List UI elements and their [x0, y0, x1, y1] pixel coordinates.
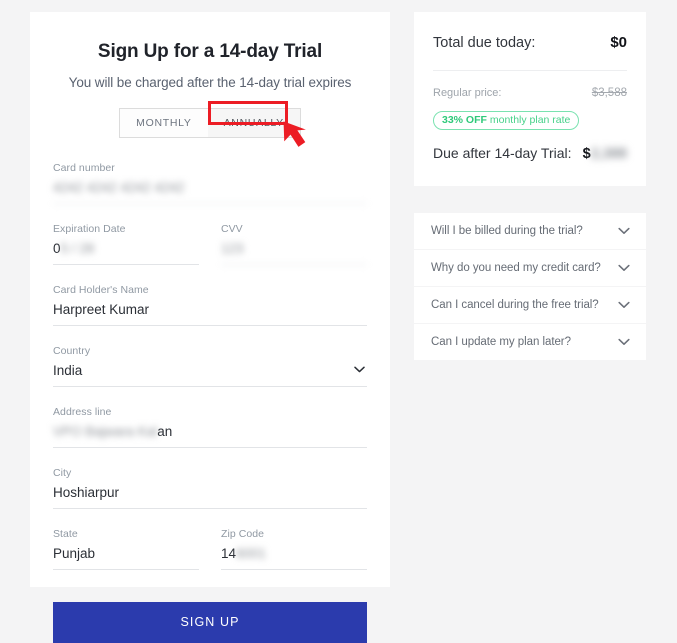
due-after-trial-currency: $: [582, 146, 591, 162]
chevron-down-icon[interactable]: [618, 222, 630, 240]
address-line-field[interactable]: Address line VPO Bajwara Kalan: [53, 406, 367, 448]
expiry-cvv-row: Expiration Date 05 / 28 CVV 123: [53, 223, 367, 284]
cvv-field[interactable]: CVV 123: [221, 223, 367, 265]
cvv-label: CVV: [221, 223, 243, 235]
chevron-down-icon[interactable]: [618, 259, 630, 277]
address-line-label: Address line: [53, 406, 112, 418]
country-select[interactable]: India: [53, 362, 367, 387]
expiration-date-field[interactable]: Expiration Date 05 / 28: [53, 223, 199, 265]
zip-code-label: Zip Code: [221, 528, 265, 540]
total-due-row: Total due today: $0: [433, 34, 627, 71]
plan-toggle: MONTHLY ANNUALLY: [119, 108, 301, 138]
faq-question: Will I be billed during the trial?: [431, 225, 583, 237]
card-number-field[interactable]: Card number 4242 4242 4242 4242: [53, 162, 367, 204]
faq-question: Why do you need my credit card?: [431, 262, 601, 274]
city-input[interactable]: Hoshiarpur: [53, 484, 367, 509]
faq-item-why-credit-card[interactable]: Why do you need my credit card?: [414, 250, 646, 286]
expiration-date-label: Expiration Date: [53, 223, 126, 235]
regular-price-value: $3,588: [591, 87, 627, 99]
chevron-down-icon[interactable]: [618, 333, 630, 351]
expiration-date-redacted: 5 / 28: [60, 241, 95, 256]
country-label: Country: [53, 345, 91, 357]
address-line-input[interactable]: VPO Bajwara Kalan: [53, 423, 367, 448]
signup-form: Card number 4242 4242 4242 4242 Expirati…: [30, 162, 390, 643]
address-line-redacted: VPO Bajwara Kal: [53, 424, 158, 439]
zip-code-input[interactable]: 146001: [221, 545, 367, 570]
discount-badge: 33% OFF monthly plan rate: [433, 111, 580, 130]
expiration-date-input[interactable]: 05 / 28: [53, 240, 199, 265]
expiration-date-visible: 0: [53, 241, 61, 256]
plan-toggle-wrap: MONTHLY ANNUALLY: [30, 108, 390, 138]
card-holder-name-label: Card Holder's Name: [53, 284, 149, 296]
state-field[interactable]: State Punjab: [53, 528, 199, 570]
card-holder-name-input[interactable]: Harpreet Kumar: [53, 301, 367, 326]
address-line-visible: an: [157, 424, 173, 439]
state-zip-row: State Punjab Zip Code 146001: [53, 528, 367, 589]
tab-annually[interactable]: ANNUALLY: [207, 109, 300, 137]
faq-item-update-plan-later[interactable]: Can I update my plan later?: [414, 324, 646, 360]
zip-code-redacted: 6001: [236, 546, 267, 561]
due-after-trial-value: $2,388: [583, 146, 627, 162]
due-after-trial-amount: 2,388: [590, 146, 627, 162]
discount-badge-text: monthly plan rate: [486, 114, 571, 126]
card-number-input[interactable]: 4242 4242 4242 4242: [53, 179, 367, 204]
due-after-trial-row: Due after 14-day Trial: $2,388: [433, 145, 627, 162]
total-due-value: $0: [610, 34, 627, 51]
card-holder-name-field[interactable]: Card Holder's Name Harpreet Kumar: [53, 284, 367, 326]
state-label: State: [53, 528, 78, 540]
faq-list: Will I be billed during the trial? Why d…: [414, 213, 646, 361]
signup-card: Sign Up for a 14-day Trial You will be c…: [30, 12, 390, 643]
country-field[interactable]: Country India: [53, 345, 367, 387]
zip-code-field[interactable]: Zip Code 146001: [221, 528, 367, 570]
faq-item-billed-during-trial[interactable]: Will I be billed during the trial?: [414, 213, 646, 249]
city-field[interactable]: City Hoshiarpur: [53, 467, 367, 509]
tab-monthly[interactable]: MONTHLY: [120, 109, 208, 137]
faq-question: Can I cancel during the free trial?: [431, 299, 599, 311]
sign-up-button[interactable]: SIGN UP: [53, 602, 367, 643]
pricing-summary-panel: Total due today: $0 Regular price: $3,58…: [414, 12, 646, 186]
faq-question: Can I update my plan later?: [431, 336, 571, 348]
city-label: City: [53, 467, 72, 479]
zip-code-visible: 14: [221, 546, 237, 561]
faq-item-cancel-free-trial[interactable]: Can I cancel during the free trial?: [414, 287, 646, 323]
page-title: Sign Up for a 14-day Trial: [97, 41, 323, 62]
total-due-label: Total due today:: [433, 35, 536, 51]
regular-price-row: Regular price: $3,588: [433, 71, 627, 99]
page-subtitle: You will be charged after the 14-day tri…: [68, 75, 352, 90]
discount-badge-emphasis: 33% OFF: [442, 114, 487, 126]
cvv-input[interactable]: 123: [221, 240, 367, 265]
chevron-down-icon[interactable]: [618, 296, 630, 314]
card-number-label: Card number: [53, 162, 115, 174]
regular-price-label: Regular price:: [433, 87, 502, 99]
due-after-trial-label: Due after 14-day Trial:: [433, 145, 572, 161]
state-input[interactable]: Punjab: [53, 545, 199, 570]
